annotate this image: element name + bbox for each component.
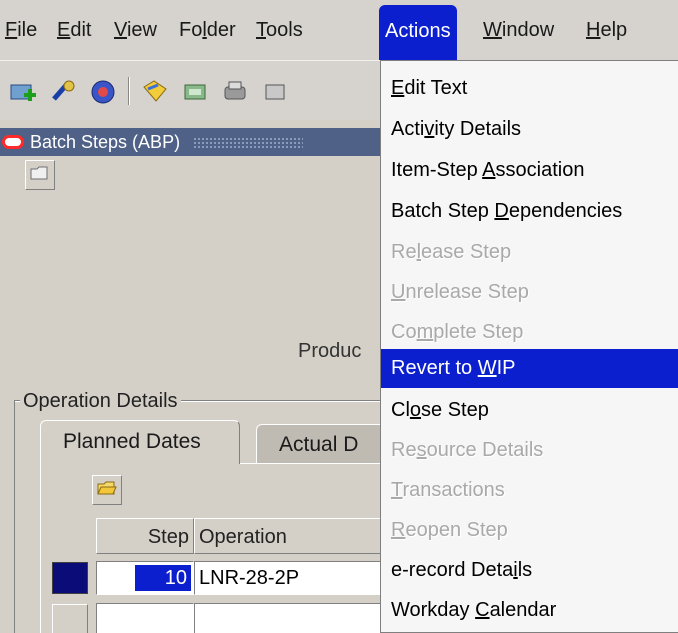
row-indicator-empty[interactable] [52, 604, 88, 633]
menu-folder[interactable]: Folder [176, 0, 239, 60]
menu-tools[interactable]: Tools [253, 0, 306, 60]
actions-dropdown-menu: Edit Text Activity Details Item-Step Ass… [380, 60, 678, 633]
menu-item-revert-to-wip[interactable]: Revert to WIP [381, 349, 678, 388]
menu-item-batch-step-dependencies[interactable]: Batch Step Dependencies [381, 192, 678, 231]
operation-cell-empty[interactable] [194, 603, 384, 633]
toolbar-separator [128, 77, 130, 105]
column-header-operation[interactable]: Operation [194, 518, 384, 554]
tab-actual-dates[interactable]: Actual D [256, 424, 396, 464]
menu-view[interactable]: View [111, 0, 160, 60]
folder-icon[interactable] [25, 160, 55, 190]
menu-item-release-step: Release Step [391, 241, 512, 263]
menu-file[interactable]: File [2, 0, 40, 60]
step-value: 10 [135, 565, 191, 591]
close-form-icon[interactable] [260, 77, 290, 107]
step-cell-empty[interactable] [96, 603, 194, 633]
column-header-step[interactable]: Step [96, 518, 194, 554]
operation-cell[interactable]: LNR-28-2P [194, 561, 384, 595]
find-icon[interactable] [48, 77, 78, 107]
menu-item-close-step[interactable]: Close Step [381, 391, 678, 430]
oracle-icon [2, 135, 24, 149]
menu-item-edit-text[interactable]: Edit Text [381, 69, 678, 108]
menu-actions[interactable]: Actions [379, 5, 457, 60]
menu-item-resource-details: Resource Details [391, 439, 544, 461]
operation-details-label: Operation Details [20, 390, 181, 413]
step-cell[interactable]: 10 [96, 561, 194, 595]
menu-edit[interactable]: Edit [54, 0, 94, 60]
next-step-icon[interactable] [180, 77, 210, 107]
menu-help[interactable]: Help [583, 0, 630, 60]
menu-item-unrelease-step: Unrelease Step [391, 281, 529, 303]
new-record-icon[interactable] [8, 77, 38, 107]
navigator-icon[interactable] [88, 77, 118, 107]
menu-item-reopen-step: Reopen Step [391, 519, 508, 541]
folder-icon-grid[interactable] [92, 475, 122, 505]
group-border-left [14, 400, 15, 633]
menu-window[interactable]: Window [480, 0, 557, 60]
menu-item-e-record-details[interactable]: e-record Details [381, 551, 678, 590]
menu-item-transactions: Transactions [391, 479, 505, 501]
product-label: Produc [298, 340, 362, 362]
title-bar-pattern [193, 137, 304, 150]
menu-item-item-step-association[interactable]: Item-Step Association [381, 151, 678, 190]
save-icon[interactable] [140, 77, 170, 107]
tab-planned-dates[interactable]: Planned Dates [40, 420, 240, 464]
row-indicator-selected[interactable] [52, 562, 88, 594]
menu-bar: File Edit View Folder Tools Actions Wind… [0, 0, 678, 60]
menu-item-workday-calendar[interactable]: Workday Calendar [381, 591, 678, 630]
menu-item-complete-step: Complete Step [391, 321, 524, 343]
print-icon[interactable] [220, 77, 250, 107]
window-title-bar: Batch Steps (ABP) [0, 128, 420, 156]
menu-item-activity-details[interactable]: Activity Details [381, 110, 678, 149]
window-title: Batch Steps (ABP) [30, 132, 181, 152]
